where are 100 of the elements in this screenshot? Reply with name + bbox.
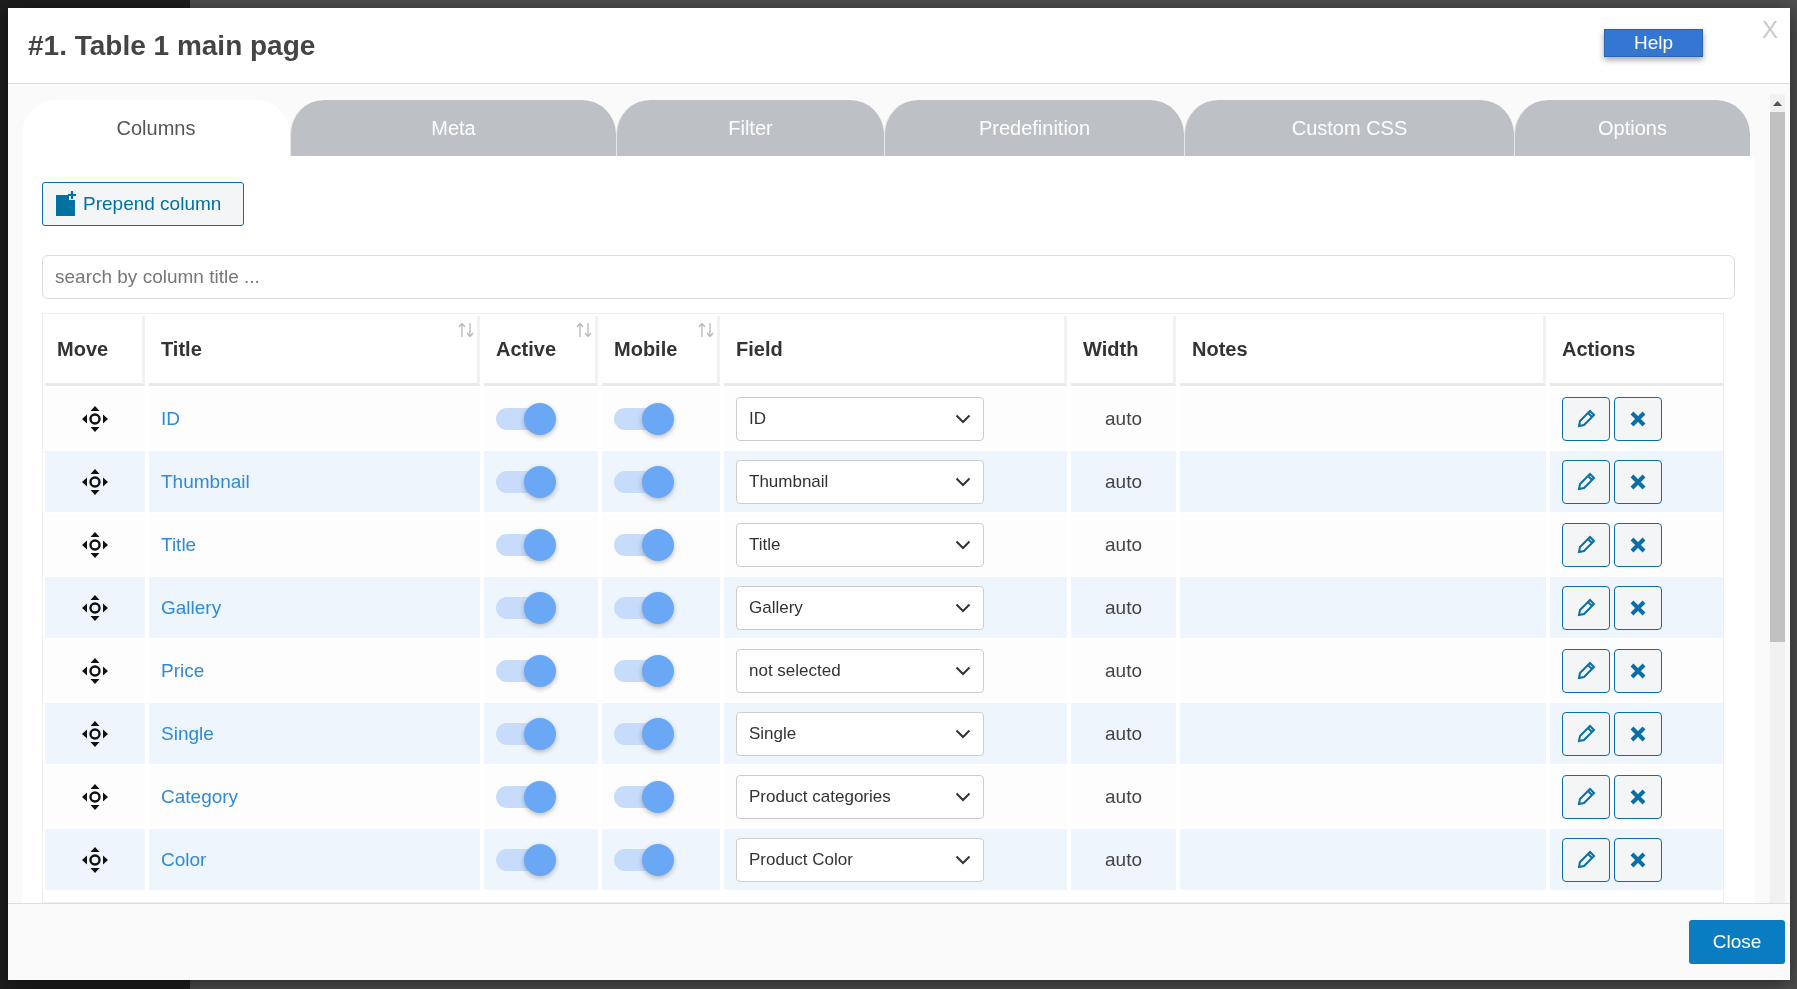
close-icon <box>1629 724 1647 743</box>
column-title-link[interactable]: Thumbnail <box>161 470 250 493</box>
delete-button[interactable] <box>1614 459 1662 504</box>
width-value: auto <box>1105 596 1142 619</box>
pencil-icon <box>1575 848 1597 871</box>
tab[interactable]: Predefinition <box>884 100 1184 156</box>
close-icon <box>1629 472 1647 491</box>
column-title-link[interactable]: Gallery <box>161 596 222 619</box>
chevron-down-icon <box>955 413 971 424</box>
chevron-down-icon <box>955 791 971 802</box>
edit-button[interactable] <box>1562 648 1610 693</box>
move-icon[interactable] <box>81 467 109 496</box>
edit-button[interactable] <box>1562 396 1610 441</box>
column-title-link[interactable]: Price <box>161 659 205 682</box>
chevron-down-icon <box>955 602 971 613</box>
toggle-switch[interactable] <box>496 717 556 750</box>
toggle-switch[interactable] <box>496 843 556 876</box>
toggle-switch[interactable] <box>496 591 556 624</box>
toggle-switch[interactable] <box>496 654 556 687</box>
width-value: auto <box>1105 407 1142 430</box>
prepend-column-button[interactable]: Prepend column <box>42 182 244 226</box>
move-icon[interactable] <box>81 593 109 622</box>
column-title-link[interactable]: Category <box>161 785 239 808</box>
move-icon[interactable] <box>81 719 109 748</box>
move-icon[interactable] <box>81 782 109 811</box>
close-icon <box>1629 409 1647 428</box>
width-value: auto <box>1105 722 1142 745</box>
delete-button[interactable] <box>1614 711 1662 756</box>
toggle-switch[interactable] <box>496 780 556 813</box>
delete-button[interactable] <box>1614 774 1662 819</box>
pencil-icon <box>1575 470 1597 493</box>
width-value: auto <box>1105 785 1142 808</box>
field-select[interactable]: Thumbnail <box>736 459 984 504</box>
dialog-title: #1. Table 1 main page <box>28 29 317 62</box>
delete-button[interactable] <box>1614 837 1662 882</box>
close-icon <box>1629 598 1647 617</box>
add-document-icon <box>55 191 77 217</box>
delete-button[interactable] <box>1614 522 1662 567</box>
scrollbar[interactable] <box>1770 94 1785 903</box>
help-button[interactable]: Help <box>1604 28 1703 57</box>
toggle-switch[interactable] <box>614 528 674 561</box>
width-value: auto <box>1105 470 1142 493</box>
chevron-down-icon <box>955 539 971 550</box>
pencil-icon <box>1575 785 1597 808</box>
toggle-switch[interactable] <box>614 654 674 687</box>
toggle-switch[interactable] <box>496 465 556 498</box>
move-icon[interactable] <box>81 530 109 559</box>
edit-button[interactable] <box>1562 459 1610 504</box>
column-title-link[interactable]: Color <box>161 848 207 871</box>
column-title-link[interactable]: Single <box>161 722 214 745</box>
pencil-icon <box>1575 659 1597 682</box>
field-select[interactable]: not selected <box>736 648 984 693</box>
width-value: auto <box>1105 848 1142 871</box>
close-dialog-button[interactable]: Close <box>1689 920 1785 964</box>
chevron-down-icon <box>955 665 971 676</box>
pencil-icon <box>1575 596 1597 619</box>
toggle-switch[interactable] <box>614 402 674 435</box>
tab[interactable]: Meta <box>290 100 616 156</box>
field-select[interactable]: Single <box>736 711 984 756</box>
column-title-link[interactable]: Title <box>161 533 197 556</box>
tab[interactable]: Columns <box>22 100 290 156</box>
field-select[interactable]: Product categories <box>736 774 984 819</box>
tab[interactable]: Options <box>1514 100 1750 156</box>
toggle-switch[interactable] <box>614 717 674 750</box>
move-icon[interactable] <box>81 404 109 433</box>
delete-button[interactable] <box>1614 396 1662 441</box>
close-icon <box>1629 850 1647 869</box>
pencil-icon <box>1575 407 1597 430</box>
edit-button[interactable] <box>1562 837 1610 882</box>
edit-button[interactable] <box>1562 711 1610 756</box>
delete-button[interactable] <box>1614 585 1662 630</box>
field-select[interactable]: Gallery <box>736 585 984 630</box>
tab[interactable]: Custom CSS <box>1184 100 1514 156</box>
search-field[interactable]: search by column title ... <box>42 255 1735 299</box>
toggle-switch[interactable] <box>496 528 556 561</box>
pencil-icon <box>1575 533 1597 556</box>
toggle-switch[interactable] <box>496 402 556 435</box>
toggle-switch[interactable] <box>614 843 674 876</box>
close-icon <box>1629 661 1647 680</box>
move-icon[interactable] <box>81 845 109 874</box>
field-select[interactable]: Title <box>736 522 984 567</box>
delete-button[interactable] <box>1614 648 1662 693</box>
toggle-switch[interactable] <box>614 465 674 498</box>
chevron-down-icon <box>955 476 971 487</box>
close-icon <box>1629 535 1647 554</box>
toggle-switch[interactable] <box>614 591 674 624</box>
field-select[interactable]: Product Color <box>736 837 984 882</box>
chevron-down-icon <box>955 854 971 865</box>
column-title-link[interactable]: ID <box>161 407 180 430</box>
edit-button[interactable] <box>1562 522 1610 567</box>
edit-button[interactable] <box>1562 585 1610 630</box>
edit-button[interactable] <box>1562 774 1610 819</box>
pencil-icon <box>1575 722 1597 745</box>
field-select[interactable]: ID <box>736 396 984 441</box>
width-value: auto <box>1105 659 1142 682</box>
toggle-switch[interactable] <box>614 780 674 813</box>
tab[interactable]: Filter <box>616 100 884 156</box>
move-icon[interactable] <box>81 656 109 685</box>
chevron-down-icon <box>955 728 971 739</box>
width-value: auto <box>1105 533 1142 556</box>
